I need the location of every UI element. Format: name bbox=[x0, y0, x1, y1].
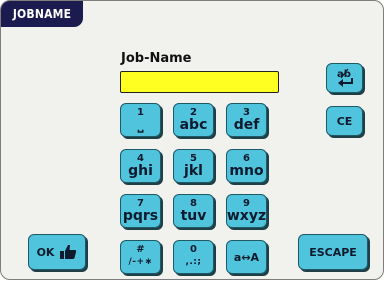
escape-label: ESCAPE bbox=[309, 245, 357, 259]
ok-button[interactable]: OK bbox=[28, 234, 86, 270]
key-hash-chars: /-+∗ bbox=[128, 257, 153, 267]
backspace-button[interactable]: ab bbox=[326, 63, 363, 93]
case-toggle-button[interactable]: a↔A bbox=[226, 240, 267, 274]
key-0-chars: ,.:; bbox=[185, 257, 202, 267]
key-hash[interactable]: # /-+∗ bbox=[120, 240, 161, 274]
jobname-dialog: JOBNAME Job-Name ab CE 1 ⎵ 2 abc 3 def 4… bbox=[0, 0, 384, 280]
dialog-title: JOBNAME bbox=[1, 1, 83, 27]
ok-label: OK bbox=[36, 245, 55, 259]
key-3[interactable]: 3 def bbox=[226, 103, 267, 137]
key-9-chars: wxyz bbox=[226, 208, 267, 224]
key-6[interactable]: 6 mno bbox=[226, 149, 267, 183]
job-name-label: Job-Name bbox=[121, 51, 192, 66]
escape-button[interactable]: ESCAPE bbox=[298, 234, 368, 270]
key-5[interactable]: 5 jkl bbox=[173, 149, 214, 183]
key-1-chars: ⎵ bbox=[137, 117, 144, 133]
key-6-chars: mno bbox=[229, 163, 264, 179]
key-3-chars: def bbox=[233, 117, 260, 133]
key-4[interactable]: 4 ghi bbox=[120, 149, 161, 183]
thumbs-up-icon bbox=[60, 245, 77, 259]
key-1[interactable]: 1 ⎵ bbox=[120, 103, 161, 137]
key-0[interactable]: 0 ,.:; bbox=[173, 240, 214, 274]
key-7[interactable]: 7 pqrs bbox=[120, 194, 161, 228]
clear-entry-button[interactable]: CE bbox=[326, 106, 363, 136]
job-name-input[interactable] bbox=[120, 71, 279, 93]
key-8[interactable]: 8 tuv bbox=[173, 194, 214, 228]
backspace-icon: ab bbox=[337, 68, 353, 87]
key-5-chars: jkl bbox=[184, 163, 203, 179]
key-0-number: 0 bbox=[190, 244, 197, 255]
key-7-chars: pqrs bbox=[122, 208, 159, 224]
clear-entry-label: CE bbox=[336, 114, 353, 128]
key-8-chars: tuv bbox=[180, 208, 207, 224]
key-9[interactable]: 9 wxyz bbox=[226, 194, 267, 228]
key-2[interactable]: 2 abc bbox=[173, 103, 214, 137]
key-2-chars: abc bbox=[179, 117, 208, 133]
case-toggle-label: a↔A bbox=[233, 250, 260, 264]
key-hash-number: # bbox=[136, 244, 145, 255]
key-4-chars: ghi bbox=[128, 163, 153, 179]
